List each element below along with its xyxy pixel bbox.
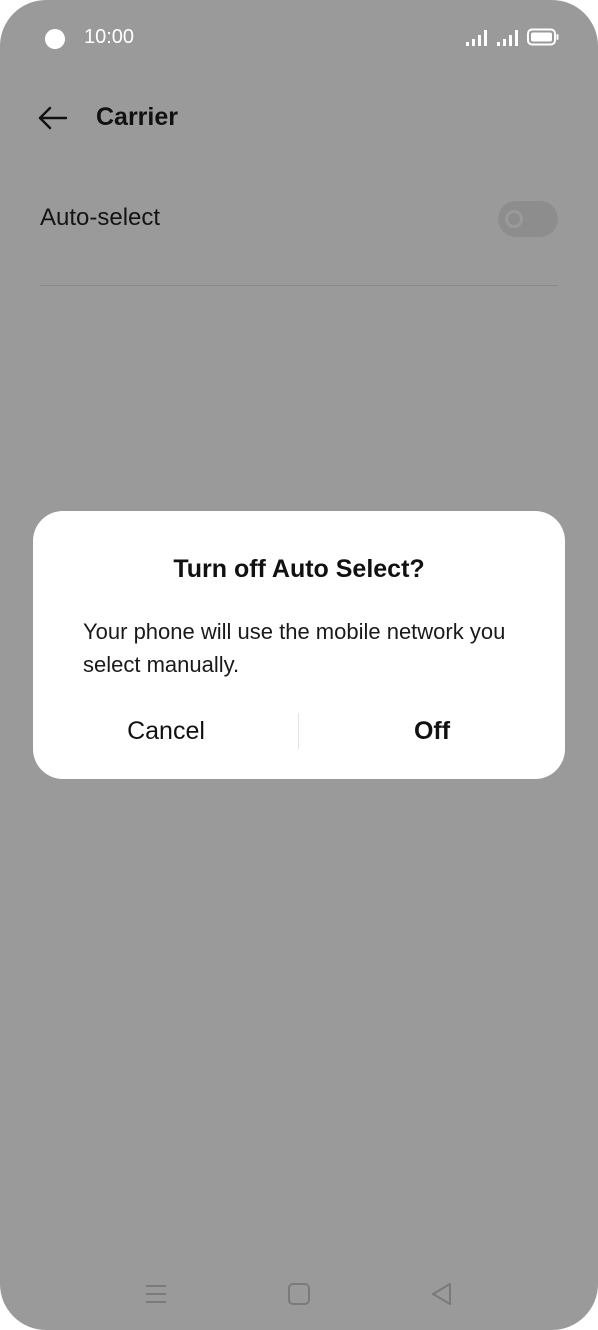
page-title: Carrier — [96, 103, 178, 131]
toggle-knob — [505, 210, 523, 228]
phone-screen: 10:00 Carrier Auto-select Turn off Auto … — [0, 0, 598, 1330]
cancel-button[interactable]: Cancel — [33, 707, 299, 755]
status-time: 10:00 — [84, 26, 135, 48]
dialog-message: Your phone will use the mobile network y… — [83, 619, 506, 677]
auto-select-row[interactable]: Auto-select — [40, 180, 558, 260]
home-square-icon[interactable] — [285, 1280, 313, 1308]
battery-icon — [527, 28, 559, 46]
app-header: Carrier — [0, 86, 598, 150]
camera-dot-icon — [45, 29, 65, 49]
signal-bars-icon — [497, 30, 518, 46]
dialog-button-bar: Cancel Off — [33, 707, 565, 755]
off-button[interactable]: Off — [299, 707, 565, 755]
dialog-title: Turn off Auto Select? — [173, 555, 425, 583]
navigation-bar — [0, 1270, 598, 1318]
auto-select-toggle[interactable] — [498, 201, 558, 237]
back-button[interactable] — [34, 98, 74, 138]
divider — [40, 285, 558, 286]
menu-icon[interactable] — [142, 1280, 170, 1308]
auto-select-label: Auto-select — [40, 204, 161, 231]
signal-bars-icon — [466, 30, 487, 46]
status-bar: 10:00 — [0, 0, 598, 76]
back-triangle-icon[interactable] — [428, 1280, 456, 1308]
arrow-left-icon — [38, 106, 68, 130]
confirm-dialog: Turn off Auto Select? Your phone will us… — [33, 511, 565, 779]
